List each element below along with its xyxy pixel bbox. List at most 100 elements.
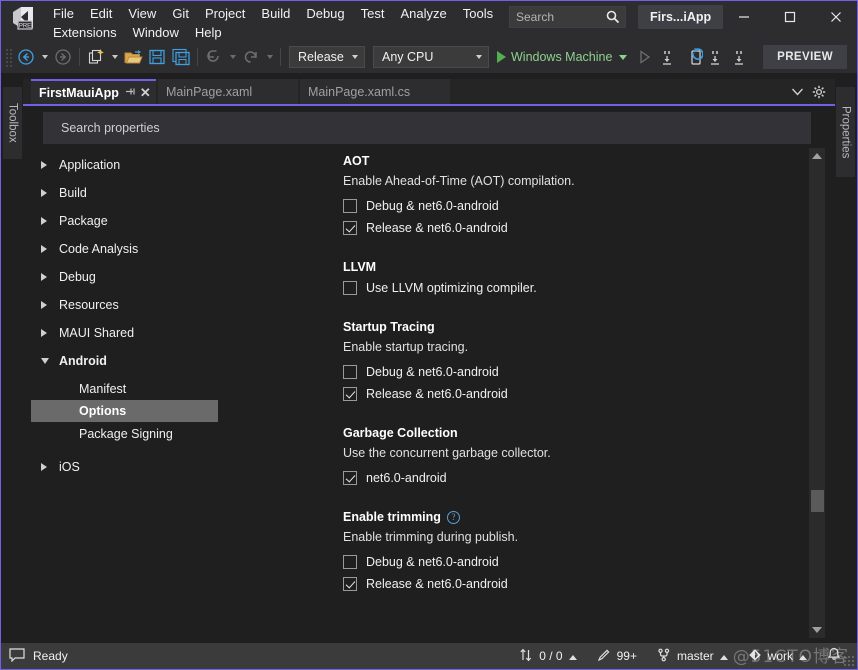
- menu-item-help[interactable]: Help: [187, 23, 230, 42]
- source-control-changes[interactable]: 0 / 0: [509, 643, 586, 669]
- solution-name-chip[interactable]: Firs...iApp: [638, 5, 724, 29]
- tree-item-application[interactable]: Application: [31, 154, 326, 175]
- hot-reload-icon[interactable]: [681, 45, 705, 69]
- resize-grip[interactable]: [843, 655, 855, 667]
- repository-selector[interactable]: work: [738, 643, 817, 669]
- chevron-right-icon: [41, 272, 59, 281]
- close-icon[interactable]: [813, 1, 857, 33]
- new-item-icon[interactable]: [84, 45, 108, 69]
- tab-mainpage-xaml[interactable]: MainPage.xaml: [158, 79, 298, 105]
- chevron-right-icon: [41, 244, 59, 253]
- checkbox-aot-debug[interactable]: [343, 199, 357, 213]
- platform-selector[interactable]: Any CPU: [373, 46, 489, 68]
- checkbox-llvm-enable[interactable]: [343, 281, 357, 295]
- save-all-icon[interactable]: [169, 45, 193, 69]
- properties-vertical-scrollbar[interactable]: [809, 148, 825, 638]
- toolbox-dock-tab-label: Toolbox: [6, 103, 19, 143]
- tree-item-resources[interactable]: Resources: [31, 294, 326, 315]
- start-debugging-button[interactable]: Windows Machine: [493, 45, 633, 69]
- menu-item-analyze[interactable]: Analyze: [392, 4, 454, 23]
- tree-item-android[interactable]: Android: [31, 350, 326, 371]
- menu-item-extensions[interactable]: Extensions: [45, 23, 125, 42]
- step-out-icon[interactable]: [729, 45, 753, 69]
- toolbar-grip[interactable]: [4, 47, 14, 67]
- menu-row-secondary: Extensions Window Help: [45, 23, 515, 42]
- step-over-icon[interactable]: [705, 45, 729, 69]
- navigate-back-dropdown-icon[interactable]: [38, 45, 51, 69]
- project-properties-pane: Search properties Application Build Pack…: [23, 106, 835, 642]
- close-tab-icon[interactable]: ✕: [140, 85, 151, 101]
- search-properties-input[interactable]: Search properties: [43, 112, 811, 144]
- open-file-icon[interactable]: [121, 45, 145, 69]
- chevron-down-icon[interactable]: [789, 83, 805, 101]
- tree-item-maui-shared[interactable]: MAUI Shared: [31, 322, 326, 343]
- tab-mainpage-xaml-cs[interactable]: MainPage.xaml.cs: [300, 79, 450, 105]
- save-icon[interactable]: [145, 45, 169, 69]
- scroll-up-icon[interactable]: [809, 148, 825, 164]
- menu-item-build[interactable]: Build: [253, 4, 298, 23]
- scrollbar-thumb[interactable]: [811, 490, 824, 512]
- checkbox-row[interactable]: Release & net6.0-android: [343, 384, 783, 404]
- tree-item-package[interactable]: Package: [31, 210, 326, 231]
- navigate-back-icon[interactable]: [14, 45, 38, 69]
- tab-label: MainPage.xaml.cs: [308, 85, 411, 99]
- menu-item-window[interactable]: Window: [125, 23, 187, 42]
- navigate-forward-icon[interactable]: [51, 45, 75, 69]
- search-input[interactable]: Search: [509, 6, 626, 28]
- play-outline-icon[interactable]: [633, 45, 657, 69]
- redo-icon[interactable]: [239, 45, 263, 69]
- checkbox-trimming-debug[interactable]: [343, 555, 357, 569]
- checkbox-row[interactable]: Debug & net6.0-android: [343, 196, 783, 216]
- menu-item-debug[interactable]: Debug: [298, 4, 352, 23]
- checkbox-row[interactable]: Debug & net6.0-android: [343, 552, 783, 572]
- git-branch-selector[interactable]: master: [647, 643, 738, 669]
- checkbox-label: net6.0-android: [366, 471, 447, 485]
- menu-item-git[interactable]: Git: [164, 4, 197, 23]
- menu-item-test[interactable]: Test: [353, 4, 393, 23]
- undo-icon[interactable]: [202, 45, 226, 69]
- section-description: Enable Ahead-of-Time (AOT) compilation.: [343, 174, 575, 188]
- menu-item-file[interactable]: File: [45, 4, 82, 23]
- tree-item-package-signing[interactable]: Package Signing: [31, 423, 326, 444]
- checkbox-startup-tracing-release[interactable]: [343, 387, 357, 401]
- menu-item-project[interactable]: Project: [197, 4, 253, 23]
- tree-item-code-analysis[interactable]: Code Analysis: [31, 238, 326, 259]
- gear-icon[interactable]: [811, 83, 827, 101]
- pending-edits[interactable]: 99+: [587, 643, 647, 669]
- new-item-dropdown-icon[interactable]: [108, 45, 121, 69]
- undo-dropdown-icon[interactable]: [226, 45, 239, 69]
- checkbox-row[interactable]: net6.0-android: [343, 468, 783, 488]
- play-icon: [497, 51, 506, 63]
- tab-firstmauiapp[interactable]: FirstMauiApp ✕: [31, 79, 156, 105]
- checkbox-gc-concurrent[interactable]: [343, 471, 357, 485]
- git-branch-name: master: [676, 649, 714, 663]
- checkbox-aot-release[interactable]: [343, 221, 357, 235]
- menu-item-view[interactable]: View: [120, 4, 164, 23]
- checkbox-trimming-release[interactable]: [343, 577, 357, 591]
- menu-item-tools[interactable]: Tools: [455, 4, 501, 23]
- tree-item-debug[interactable]: Debug: [31, 266, 326, 287]
- checkbox-row[interactable]: Debug & net6.0-android: [343, 362, 783, 382]
- redo-dropdown-icon[interactable]: [263, 45, 276, 69]
- checkbox-startup-tracing-debug[interactable]: [343, 365, 357, 379]
- configuration-selector[interactable]: Release: [289, 46, 365, 68]
- scroll-down-icon[interactable]: [809, 622, 825, 638]
- checkbox-row[interactable]: Use LLVM optimizing compiler.: [343, 278, 783, 298]
- maximize-icon[interactable]: [767, 1, 813, 33]
- pin-icon[interactable]: [125, 86, 136, 100]
- search-placeholder: Search: [516, 10, 555, 24]
- preview-badge[interactable]: PREVIEW: [763, 45, 847, 69]
- tree-item-build[interactable]: Build: [31, 182, 326, 203]
- minimize-icon[interactable]: [721, 1, 767, 33]
- tree-item-label: iOS: [59, 459, 80, 474]
- help-circle-icon[interactable]: ?: [446, 510, 460, 524]
- checkbox-row[interactable]: Release & net6.0-android: [343, 574, 783, 594]
- menu-item-edit[interactable]: Edit: [82, 4, 120, 23]
- step-into-icon[interactable]: [657, 45, 681, 69]
- tree-item-ios[interactable]: iOS: [31, 456, 326, 477]
- properties-dock-tab[interactable]: Properties: [836, 87, 855, 177]
- checkbox-row[interactable]: Release & net6.0-android: [343, 218, 783, 238]
- tree-item-options[interactable]: Options: [31, 400, 218, 422]
- tree-item-manifest[interactable]: Manifest: [31, 378, 326, 399]
- toolbox-dock-tab[interactable]: Toolbox: [3, 87, 22, 159]
